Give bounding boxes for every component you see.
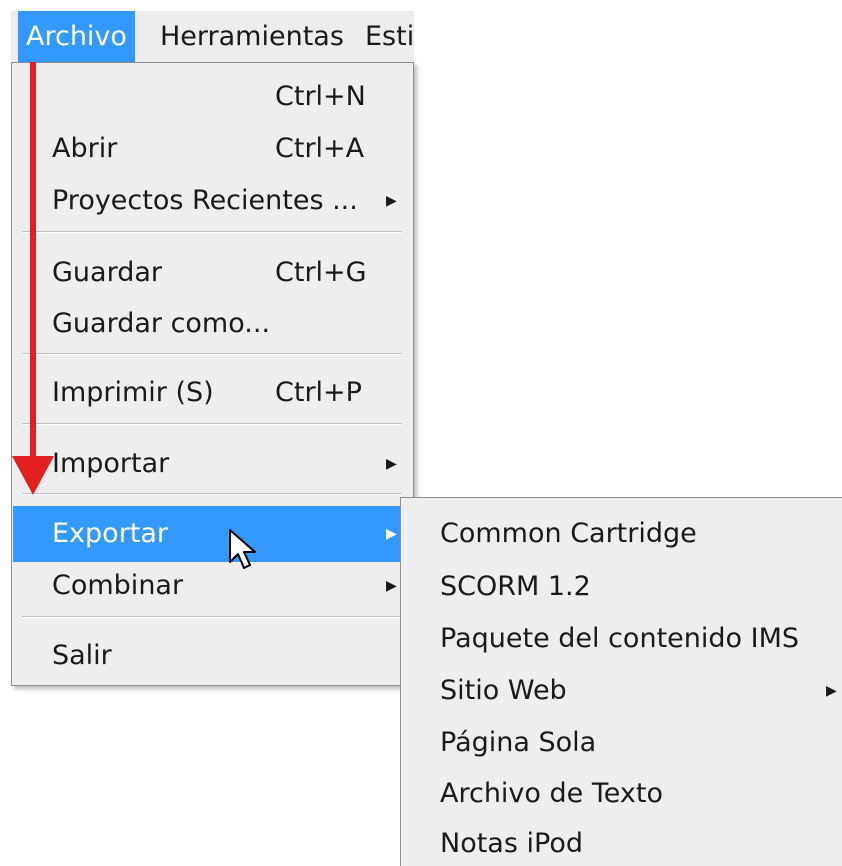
menu-item-shortcut: Ctrl+A (275, 133, 365, 164)
menu-separator (22, 493, 402, 495)
menu-archivo[interactable]: Archivo (18, 11, 135, 62)
menu-item-label: Página Sola (440, 727, 597, 758)
menu-estilos[interactable]: Esti (357, 11, 414, 62)
menu-item-label: Exportar (52, 518, 169, 549)
menu-item-salir[interactable]: Salir (13, 628, 412, 684)
menu-item-label: Proyectos Recientes ... (52, 185, 358, 216)
chevron-right-icon: ▶ (386, 193, 397, 209)
menu-item-label: Common Cartridge (440, 518, 697, 549)
menu-item-label: Importar (52, 448, 170, 479)
menu-item-label: Notas iPod (440, 828, 583, 859)
menu-herramientas[interactable]: Herramientas (152, 11, 352, 62)
submenu-item-paquete-ims[interactable]: Paquete del contenido IMS (402, 611, 842, 667)
menu-item-label: Archivo de Texto (440, 778, 663, 809)
submenu-item-scorm[interactable]: SCORM 1.2 (402, 559, 842, 615)
menu-item-abrir[interactable]: Abrir Ctrl+A (13, 121, 412, 177)
menu-item-label: Combinar (52, 570, 184, 601)
menu-item-importar[interactable]: Importar ▶ (13, 436, 412, 492)
menu-item-proyectos-recientes[interactable]: Proyectos Recientes ... ▶ (13, 173, 412, 229)
menu-item-shortcut: Ctrl+G (275, 257, 367, 288)
menu-item-shortcut: Ctrl+P (275, 377, 362, 408)
mouse-pointer-icon (229, 529, 256, 569)
menu-item-label: SCORM 1.2 (440, 571, 591, 602)
menu-item-label: Imprimir (S) (52, 377, 214, 408)
export-submenu: Common Cartridge SCORM 1.2 Paquete del c… (400, 497, 842, 866)
menu-item-shortcut: Ctrl+N (275, 81, 366, 112)
menu-item-label: Guardar como... (52, 308, 271, 339)
chevron-right-icon: ▶ (386, 526, 397, 542)
menu-item-guardar[interactable]: Guardar Ctrl+G (13, 245, 412, 301)
menu-item-label: Paquete del contenido IMS (440, 623, 800, 654)
menu-item-label: Salir (52, 640, 112, 671)
submenu-item-common-cartridge[interactable]: Common Cartridge (402, 506, 842, 562)
menu-bar: Archivo Herramientas Esti (11, 11, 414, 62)
menu-item-label: Guardar (52, 257, 162, 288)
menu-separator (22, 353, 402, 355)
chevron-right-icon: ▶ (826, 683, 837, 699)
menu-separator (22, 231, 402, 233)
menu-item-guardar-como[interactable]: Guardar como... (13, 296, 412, 352)
menu-separator (22, 423, 402, 425)
submenu-item-notas-ipod[interactable]: Notas iPod (402, 816, 842, 866)
submenu-item-pagina-sola[interactable]: Página Sola (402, 715, 842, 771)
file-menu-dropdown: Ctrl+N Abrir Ctrl+A Proyectos Recientes … (11, 62, 414, 686)
chevron-right-icon: ▶ (386, 578, 397, 594)
screenshot: Archivo Herramientas Esti Ctrl+N Abrir C… (0, 0, 842, 866)
menu-item-nuevo[interactable]: Ctrl+N (13, 69, 412, 125)
submenu-item-sitio-web[interactable]: Sitio Web ▶ (402, 663, 842, 719)
menu-item-combinar[interactable]: Combinar ▶ (13, 558, 412, 614)
submenu-item-archivo-texto[interactable]: Archivo de Texto (402, 766, 842, 822)
menu-item-exportar[interactable]: Exportar ▶ (13, 506, 412, 562)
chevron-right-icon: ▶ (386, 456, 397, 472)
menu-item-label: Sitio Web (440, 675, 567, 706)
menu-item-imprimir[interactable]: Imprimir (S) Ctrl+P (13, 365, 412, 421)
menu-item-label: Abrir (52, 133, 118, 164)
menu-separator (22, 616, 402, 618)
